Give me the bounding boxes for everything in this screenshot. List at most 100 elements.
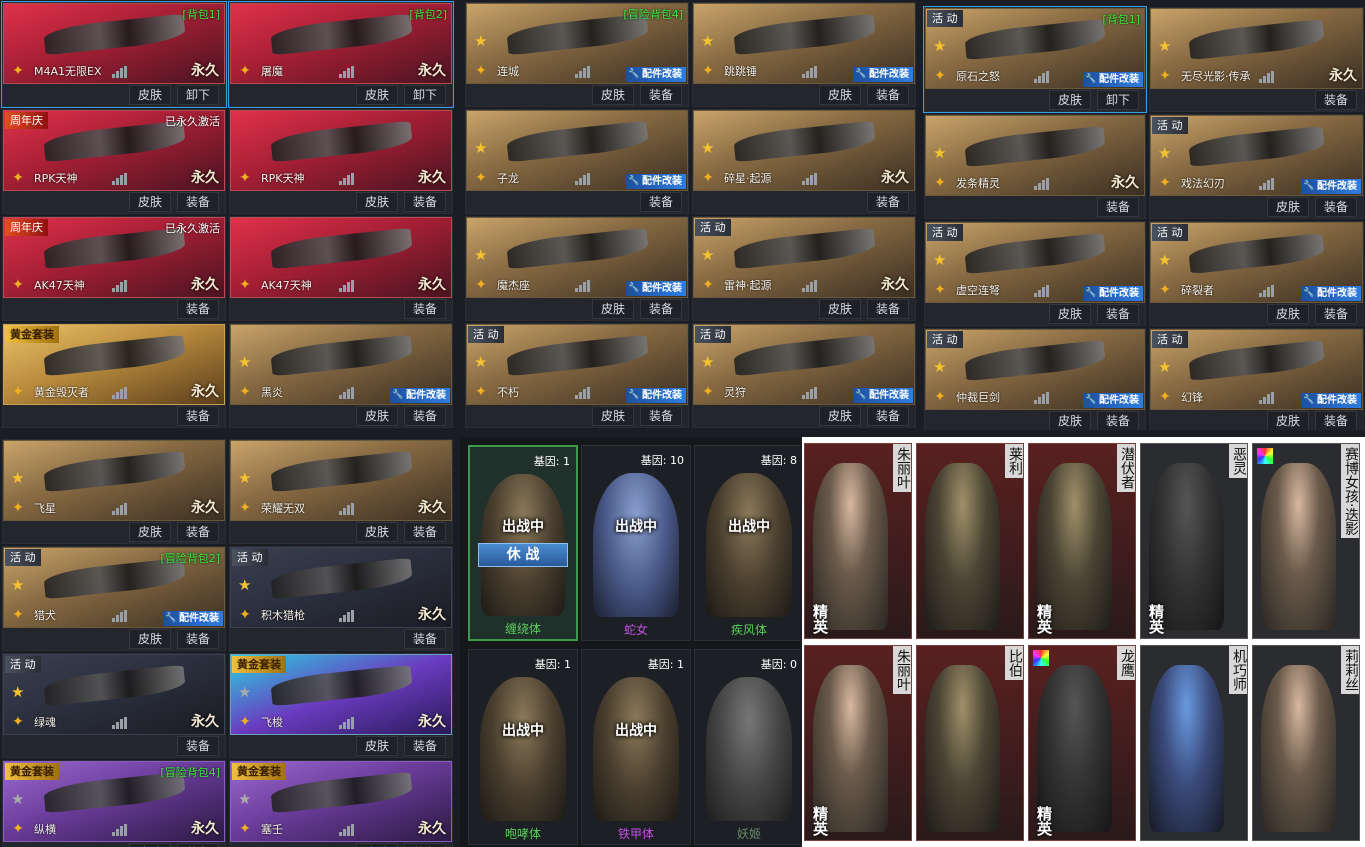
skin-button[interactable]: 皮肤 <box>1266 304 1309 324</box>
unequip-button[interactable]: 卸下 <box>1096 90 1139 110</box>
equip-button[interactable]: 装备 <box>403 299 446 319</box>
weapon-card[interactable]: 活 动 [冒险背包2] ★ ✦ 猎犬 配件改装皮肤装备 <box>2 546 226 651</box>
equip-button[interactable]: 装备 <box>639 85 682 105</box>
equip-button[interactable]: 装备 <box>1096 304 1139 324</box>
equip-button[interactable]: 装备 <box>1314 90 1357 110</box>
weapon-card[interactable]: 黄金套装 [冒险背包4] ★ ✦ 纵横 永久皮肤 装备 <box>2 760 226 847</box>
equip-button[interactable]: 装备 <box>403 629 446 649</box>
mod-button[interactable]: 配件改装 <box>626 281 686 296</box>
character-card[interactable]: 龙鹰 精英 <box>1028 645 1136 841</box>
zombie-card[interactable]: 基因: 8 出战中 疾风体 <box>694 445 800 641</box>
skin-button[interactable]: 皮肤 <box>355 406 398 426</box>
weapon-card[interactable]: 活 动 ★ ✦ 碎裂者 配件改装皮肤装备 <box>1149 221 1364 326</box>
equip-button[interactable]: 装备 <box>639 299 682 319</box>
equip-button[interactable]: 装备 <box>866 299 909 319</box>
mod-button[interactable]: 配件改装 <box>853 67 913 82</box>
equip-button[interactable]: 装备 <box>1314 411 1357 430</box>
zombie-card[interactable]: 基因: 1 出战中 咆哮体 <box>468 649 578 845</box>
weapon-card[interactable]: 活 动 ★ ✦ 虚空连弩 配件改装皮肤装备 <box>924 221 1146 326</box>
equip-button[interactable]: 装备 <box>1314 304 1357 324</box>
character-card[interactable]: 赛博女孩·迭影 <box>1252 443 1360 639</box>
character-card[interactable]: 比伯 <box>916 645 1024 841</box>
mod-button[interactable]: 配件改装 <box>626 174 686 189</box>
equip-button[interactable]: 装备 <box>866 85 909 105</box>
skin-button[interactable]: 皮肤 <box>355 522 398 542</box>
skin-button[interactable]: 皮肤 <box>1266 197 1309 217</box>
weapon-card[interactable]: 活 动 ★ ✦ 仲裁巨剑 配件改装皮肤装备 <box>924 328 1146 430</box>
unequip-button[interactable]: 卸下 <box>403 85 446 105</box>
weapon-card[interactable]: [冒险背包4] ★ ✦ 连城 配件改装皮肤装备 <box>465 2 689 107</box>
character-card[interactable]: 朱丽叶 精英 <box>804 443 912 639</box>
skin-button[interactable]: 皮肤 <box>128 843 171 847</box>
character-card[interactable]: 莱利 <box>916 443 1024 639</box>
skin-button[interactable]: 皮肤 <box>1048 411 1091 430</box>
weapon-card[interactable]: 活 动 [背包1] ★ ✦ 原石之怒 配件改装皮肤卸下 <box>923 6 1147 113</box>
mod-button[interactable]: 配件改装 <box>163 611 223 626</box>
unequip-button[interactable]: 卸下 <box>176 85 219 105</box>
weapon-card[interactable]: 活 动 ★ ✦ 灵狩 配件改装皮肤装备 <box>692 323 916 428</box>
weapon-card[interactable]: ★ ✦ 跳跳锤 配件改装皮肤装备 <box>692 2 916 107</box>
weapon-card[interactable]: ★ ✦ 碎星·起源 永久 装备 <box>692 109 916 214</box>
equip-button[interactable]: 装备 <box>403 406 446 426</box>
character-card[interactable]: 潜伏者 精英 <box>1028 443 1136 639</box>
skin-button[interactable]: 皮肤 <box>818 85 861 105</box>
equip-button[interactable]: 装备 <box>176 192 219 212</box>
weapon-card[interactable]: ★ ✦ 飞星 永久 皮肤 装备 <box>2 439 226 544</box>
skin-button[interactable]: 皮肤 <box>355 843 398 847</box>
weapon-card[interactable]: 活 动 ★ ✦ 绿魂 永久 装备 <box>2 653 226 758</box>
equip-button[interactable]: 装备 <box>866 406 909 426</box>
weapon-card[interactable]: ✦ AK47天神 永久 装备 <box>229 216 453 321</box>
weapon-card[interactable]: ★ ✦ 无尽光影·传承 永久 装备 <box>1149 7 1364 112</box>
weapon-card[interactable]: ★ ✦ 子龙 配件改装装备 <box>465 109 689 214</box>
skin-button[interactable]: 皮肤 <box>128 522 171 542</box>
weapon-card[interactable]: 黄金套装 ★ ✦ 飞梭 永久 皮肤 装备 <box>229 653 453 758</box>
weapon-card[interactable]: 黄金套装 ✦ 黄金毁灭者 永久 装备 <box>2 323 226 428</box>
character-card[interactable]: 莉莉丝 <box>1252 645 1360 841</box>
skin-button[interactable]: 皮肤 <box>818 406 861 426</box>
mod-button[interactable]: 配件改装 <box>626 67 686 82</box>
skin-button[interactable]: 皮肤 <box>355 85 398 105</box>
weapon-card[interactable]: 周年庆 已永久激活 ✦ AK47天神 永久 装备 <box>2 216 226 321</box>
rest-button[interactable]: 休 战 <box>478 543 568 567</box>
skin-button[interactable]: 皮肤 <box>1048 90 1091 110</box>
equip-button[interactable]: 装备 <box>176 843 219 847</box>
equip-button[interactable]: 装备 <box>639 406 682 426</box>
skin-button[interactable]: 皮肤 <box>128 192 171 212</box>
zombie-card[interactable]: 基因: 10 出战中 蛇女 <box>581 445 691 641</box>
equip-button[interactable]: 装备 <box>403 843 446 847</box>
weapon-card[interactable]: 活 动 ★ ✦ 雷神·起源 永久 皮肤 装备 <box>692 216 916 321</box>
weapon-card[interactable]: ★ ✦ 魔杰座 配件改装皮肤装备 <box>465 216 689 321</box>
equip-button[interactable]: 装备 <box>176 522 219 542</box>
mod-button[interactable]: 配件改装 <box>1301 179 1361 194</box>
weapon-card[interactable]: 黄金套装 ★ ✦ 塞壬 永久皮肤 装备 <box>229 760 453 847</box>
mod-button[interactable]: 配件改装 <box>1083 286 1143 301</box>
mod-button[interactable]: 配件改装 <box>1083 72 1143 87</box>
skin-button[interactable]: 皮肤 <box>591 406 634 426</box>
weapon-card[interactable]: 活 动 ★ ✦ 不朽 配件改装皮肤装备 <box>465 323 689 428</box>
mod-button[interactable]: 配件改装 <box>390 388 450 403</box>
zombie-card[interactable]: 基因: 1 出战中休 战缠绕体 <box>468 445 578 641</box>
character-card[interactable]: 恶灵 精英 <box>1140 443 1248 639</box>
zombie-card[interactable]: 基因: 0 妖姬 <box>694 649 800 845</box>
equip-button[interactable]: 装备 <box>1096 411 1139 430</box>
skin-button[interactable]: 皮肤 <box>128 629 171 649</box>
weapon-card[interactable]: 周年庆 已永久激活 ✦ RPK天神 永久 皮肤 装备 <box>2 109 226 214</box>
character-card[interactable]: 朱丽叶 精英 <box>804 645 912 841</box>
weapon-card[interactable]: 活 动 ★ ✦ 积木猎枪 永久 装备 <box>229 546 453 651</box>
equip-button[interactable]: 装备 <box>176 736 219 756</box>
equip-button[interactable]: 装备 <box>176 299 219 319</box>
skin-button[interactable]: 皮肤 <box>1266 411 1309 430</box>
mod-button[interactable]: 配件改装 <box>853 388 913 403</box>
mod-button[interactable]: 配件改装 <box>1083 393 1143 408</box>
skin-button[interactable]: 皮肤 <box>355 192 398 212</box>
weapon-card[interactable]: ★ ✦ 黑炎 配件改装皮肤装备 <box>229 323 453 428</box>
weapon-card[interactable]: ★ ✦ 荣耀无双 永久 皮肤 装备 <box>229 439 453 544</box>
mod-button[interactable]: 配件改装 <box>626 388 686 403</box>
skin-button[interactable]: 皮肤 <box>591 85 634 105</box>
equip-button[interactable]: 装备 <box>1096 197 1139 217</box>
equip-button[interactable]: 装备 <box>866 192 909 212</box>
equip-button[interactable]: 装备 <box>176 406 219 426</box>
equip-button[interactable]: 装备 <box>403 736 446 756</box>
equip-button[interactable]: 装备 <box>639 192 682 212</box>
skin-button[interactable]: 皮肤 <box>591 299 634 319</box>
